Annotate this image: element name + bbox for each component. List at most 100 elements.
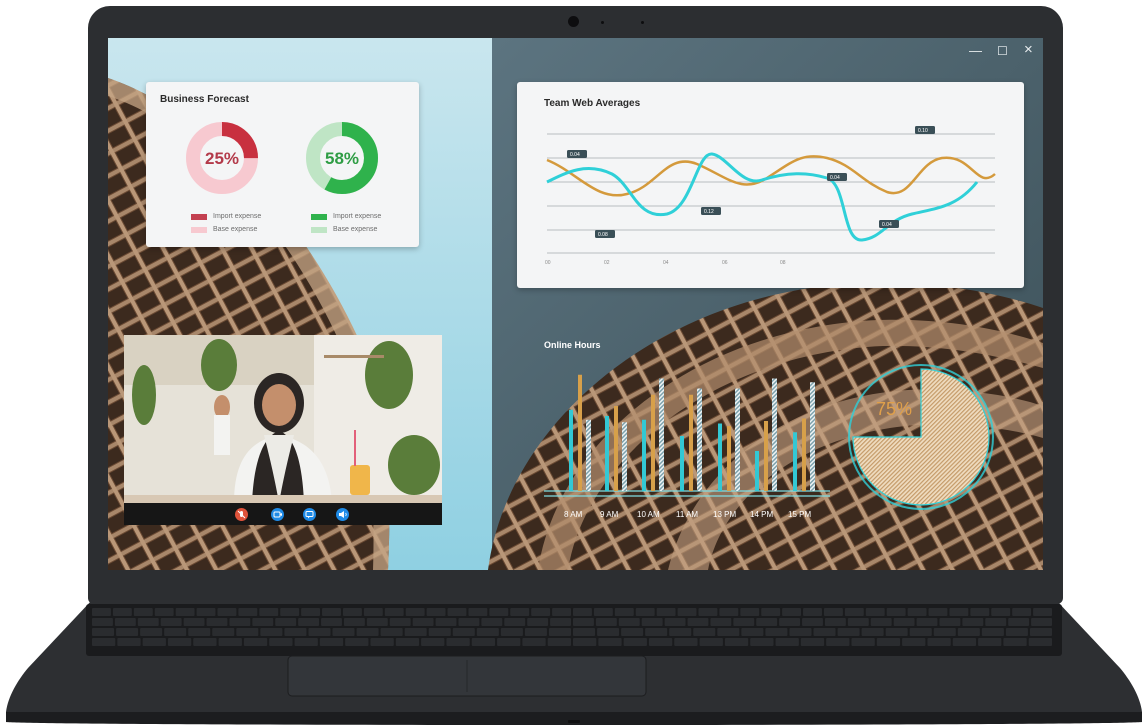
keyboard-key [775, 638, 799, 646]
keyboard-key [957, 628, 980, 636]
keyboard-key [117, 638, 141, 646]
keyboard-key [641, 618, 663, 626]
bar [680, 436, 684, 491]
legend-item: Import expense [311, 213, 381, 220]
keyboard-key [664, 618, 686, 626]
camera-button[interactable] [271, 508, 284, 521]
keyboard-key [893, 618, 915, 626]
x-tick-label: 9 AM [600, 510, 619, 519]
video-feed [124, 335, 442, 503]
keyboard-key [952, 638, 977, 646]
keyboard-key [847, 618, 869, 626]
bar [772, 378, 777, 491]
keyboard-key [252, 618, 274, 626]
keyboard-key [933, 628, 956, 636]
sensor-icon [641, 21, 644, 24]
bar [697, 388, 702, 491]
keyboard-key [1031, 618, 1052, 626]
keyboard-key [380, 628, 403, 636]
keyboard-key [384, 608, 404, 616]
keyboard-key [598, 638, 622, 646]
bar [605, 416, 609, 491]
keyboard-key [886, 608, 906, 616]
keyboard-key [345, 638, 369, 646]
online-hours-pie-chart [848, 364, 994, 510]
keyboard-key [699, 638, 723, 646]
bar [755, 451, 759, 491]
keyboard-key [294, 638, 318, 646]
keyboard-key [471, 638, 496, 646]
keyboard-key [319, 638, 344, 646]
keyboard-key [623, 638, 647, 646]
keyboard-key [907, 608, 927, 616]
keyboard-key [1033, 608, 1052, 616]
keyboard-key [985, 618, 1007, 626]
bar [569, 409, 573, 491]
keyboard-key [669, 628, 692, 636]
keyboard-key [573, 628, 596, 636]
keyboard-key [500, 628, 523, 636]
keyboard-key [740, 608, 760, 616]
keyboard-key [321, 618, 342, 626]
keyboard-key [573, 618, 594, 626]
bar [793, 432, 797, 491]
keyboard-key [645, 628, 668, 636]
bar [622, 422, 627, 491]
keyboard-key [356, 628, 379, 636]
keyboard-key [813, 628, 836, 636]
keyboard-key [677, 608, 697, 616]
x-tick-label: 8 AM [564, 510, 583, 519]
keyboard-key [269, 638, 293, 646]
keyboard-key [844, 608, 864, 616]
keyboard-key [164, 628, 187, 636]
video-call-window[interactable] [124, 335, 442, 525]
keyboard-key [802, 618, 823, 626]
minimize-button[interactable]: — [969, 44, 982, 57]
close-button[interactable]: × [1024, 42, 1033, 57]
keyboard-key [618, 618, 640, 626]
keyboard-key [370, 638, 394, 646]
keyboard-key [193, 638, 217, 646]
keyboard-key [366, 618, 388, 626]
keyboard-key [188, 628, 211, 636]
mic-off-icon [237, 510, 246, 519]
keyboard-key [332, 628, 355, 636]
mute-mic-button[interactable] [235, 508, 248, 521]
keyboard-key [527, 618, 549, 626]
keyboard-key [435, 618, 457, 626]
callout-label: 0.12 [704, 209, 714, 215]
x-tick-label: 14 PM [750, 510, 774, 519]
keyboard-key [1029, 628, 1052, 636]
video-camera-icon [273, 511, 282, 518]
chat-button[interactable] [303, 508, 316, 521]
keyboard-key [693, 628, 716, 636]
keyboard-key [160, 618, 182, 626]
online-hours-bar-chart [544, 374, 830, 497]
keyboard-key [142, 638, 166, 646]
line-chart [546, 126, 996, 254]
team-web-averages-card: Team Web Averages 0.04 0.08 0.12 0.04 0.… [517, 82, 1024, 288]
speaker-button[interactable] [336, 508, 349, 521]
keyboard-key [212, 628, 235, 636]
keyboard-key [837, 628, 860, 636]
sensor-icon [601, 21, 604, 24]
keyboard-key [741, 628, 764, 636]
callout-label: 0.10 [918, 128, 928, 134]
keyboard-key [885, 628, 908, 636]
keyboard-key [803, 608, 822, 616]
x-tick-label: 00 [545, 260, 551, 266]
keyboard-key [593, 608, 613, 616]
bar [642, 419, 646, 491]
callout-label: 0.04 [570, 152, 580, 158]
keyboard-key [717, 628, 740, 636]
keyboard-key [573, 608, 592, 616]
keyboard-key [481, 618, 503, 626]
maximize-button[interactable]: ☐ [997, 45, 1008, 58]
keyboard-key [504, 618, 526, 626]
keyboard-key [865, 608, 885, 616]
keyboard-key [468, 608, 488, 616]
keyboard-key [389, 618, 411, 626]
keyboard-key [826, 638, 850, 646]
keyboard-key [978, 638, 1002, 646]
keyboard-key [782, 608, 802, 616]
